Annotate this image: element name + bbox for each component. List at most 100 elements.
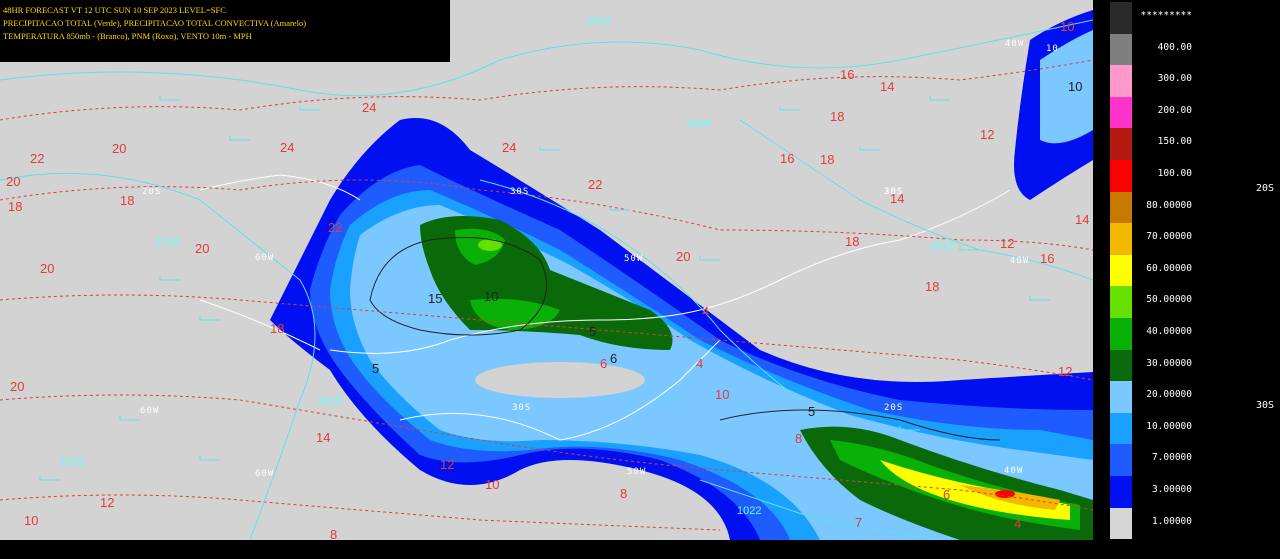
cyan-map-label: 1012 — [586, 15, 611, 27]
legend-swatch — [1110, 191, 1132, 224]
legend-value: 60.00000 — [1146, 262, 1192, 274]
legend-swatches — [1110, 0, 1132, 540]
red-map-label: 22 — [30, 151, 45, 166]
dry-gap — [475, 362, 645, 398]
legend-value: 30.00000 — [1146, 357, 1192, 369]
legend-swatch — [1110, 128, 1132, 160]
header-line-3: TEMPERATURA 850mb - (Branco), PNM (Roxo)… — [3, 31, 252, 41]
cyan-map-label: 1018 — [318, 395, 343, 407]
white-map-label: 20S — [142, 187, 162, 197]
red-map-label: 14 — [316, 430, 331, 445]
cyan-map-label: 1020 — [60, 456, 85, 468]
legend-swatch — [1110, 33, 1132, 66]
white-map-label: 40W — [1004, 466, 1024, 476]
cyan-map-label: 1016 — [686, 118, 711, 130]
red-map-label: 12 — [440, 457, 455, 472]
red-map-label: 20 — [112, 141, 127, 156]
dark-map-label: 10 — [484, 289, 499, 304]
white-map-label: 40W — [1005, 39, 1025, 49]
white-map-label: 50W — [627, 467, 647, 477]
red-map-label: 18 — [830, 109, 845, 124]
legend-swatch — [1110, 286, 1132, 318]
legend-value: 50.00000 — [1146, 294, 1192, 306]
white-map-label: 50W — [624, 254, 644, 264]
white-map-label: 60W — [140, 406, 160, 416]
red-map-label: 10 — [485, 477, 500, 492]
white-map-label: 10 — [1046, 44, 1059, 54]
dark-map-label: 5 — [589, 324, 597, 339]
red-map-label: 20 — [676, 249, 691, 264]
legend-swatch — [1110, 2, 1132, 34]
cyan-map-label: 1022 — [737, 505, 762, 517]
legend-swatch — [1110, 96, 1132, 129]
bottom-bar — [0, 540, 1280, 559]
legend-value: 70.00000 — [1146, 231, 1192, 243]
red-map-label: 14 — [880, 79, 895, 94]
red-map-label: 16 — [840, 67, 855, 82]
white-map-label: 60W — [255, 469, 275, 479]
dark-map-label: 5 — [808, 404, 816, 419]
dark-map-label: 10 — [1068, 79, 1083, 94]
legend-swatch — [1110, 507, 1132, 540]
white-map-label: 20S — [884, 403, 904, 413]
cyan-map-label: 1018 — [930, 240, 955, 252]
red-map-label: 18 — [120, 193, 135, 208]
white-map-label: 60W — [255, 253, 275, 263]
legend-value: 1.00000 — [1151, 515, 1192, 527]
red-map-label: 24 — [502, 140, 517, 155]
red-map-label: 6 — [600, 356, 608, 371]
white-map-label: 30S — [884, 187, 904, 197]
legend-swatch — [1110, 254, 1132, 287]
red-map-label: 20 — [6, 174, 21, 189]
red-map-label: 10 — [24, 513, 39, 528]
red-map-label: 18 — [845, 234, 860, 249]
red-map-label: 24 — [280, 140, 295, 155]
red-map-label: 4 — [1014, 516, 1022, 531]
legend-value: 40.00000 — [1146, 326, 1192, 337]
lat-label-20s: 20S — [1256, 183, 1275, 194]
legend-value: 400.00 — [1157, 41, 1192, 53]
red-map-label: 18 — [270, 321, 285, 336]
red-map-label: 8 — [620, 486, 628, 501]
red-map-label: 16 — [1040, 251, 1055, 266]
red-map-label: 12 — [980, 127, 995, 142]
legend-swatch — [1110, 65, 1132, 97]
dark-map-label: 15 — [428, 291, 443, 306]
legend-value: 200.00 — [1157, 104, 1192, 116]
red-map-label: 6 — [943, 487, 951, 502]
red-map-label: 18 — [820, 152, 835, 167]
red-map-label: 12 — [1058, 364, 1073, 379]
legend-value: 100.00 — [1157, 168, 1192, 179]
legend-value: 3.00000 — [1151, 484, 1192, 495]
legend-value: 80.00000 — [1146, 199, 1192, 211]
forecast-header: 48HR FORECAST VT 12 UTC SUN 10 SEP 2023 … — [0, 0, 450, 62]
red-map-label: 18 — [8, 199, 23, 214]
legend-value: 150.00 — [1157, 136, 1192, 148]
legend-swatch — [1110, 381, 1132, 413]
red-map-label: 18 — [925, 279, 940, 294]
red-map-label: 16 — [780, 151, 795, 166]
dark-map-label: 6 — [610, 351, 618, 366]
legend-swatch — [1110, 444, 1132, 476]
red-map-label: 24 — [362, 100, 377, 115]
legend-swatch — [1110, 223, 1132, 255]
red-map-label: 12 — [1000, 236, 1015, 251]
header-line-1: 48HR FORECAST VT 12 UTC SUN 10 SEP 2023 … — [3, 5, 226, 15]
red-map-label: 10 — [1060, 19, 1075, 34]
legend-value: ********* — [1140, 10, 1192, 21]
red-map-label: 20 — [195, 241, 210, 256]
legend-swatch — [1110, 412, 1132, 445]
legend-swatch — [1110, 160, 1132, 192]
header-line-2: PRECIPITACAO TOTAL (Verde), PRECIPITACAO… — [3, 18, 307, 28]
red-map-label: 7 — [855, 515, 863, 530]
white-map-label: 40W — [1010, 256, 1030, 266]
legend-swatch — [1110, 476, 1132, 508]
red-map-label: 20 — [40, 261, 55, 276]
red-map-label: 22 — [328, 220, 343, 235]
white-map-label: 30S — [512, 403, 532, 413]
red-map-label: 20 — [10, 379, 25, 394]
legend-value: 20.00000 — [1146, 389, 1192, 401]
white-map-label: 30S — [510, 187, 530, 197]
red-map-label: 4 — [702, 304, 710, 319]
weather-forecast-map — [0, 0, 1094, 540]
